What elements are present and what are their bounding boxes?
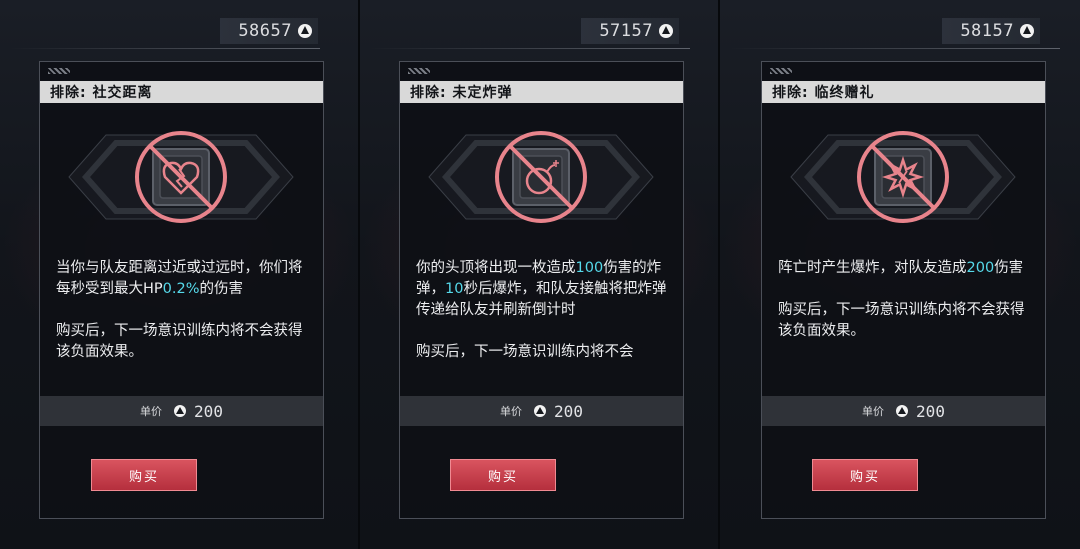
description-text: 的伤害 xyxy=(199,281,244,297)
coin-icon xyxy=(174,405,187,417)
emblem-area xyxy=(40,112,323,252)
currency-amount: 58657 xyxy=(238,21,292,41)
coin-icon xyxy=(534,405,547,417)
highlight-value: 100 xyxy=(575,260,604,276)
store-panel: 58657 排除: 社交距离当你与队友距离过近或过远时，你们将每秒受到最大HP0.… xyxy=(0,0,358,549)
description-paragraph: 当你与队友距离过近或过远时，你们将每秒受到最大HP0.2%的伤害 xyxy=(56,258,311,300)
description-text: 阵亡时产生爆炸，对队友造成 xyxy=(778,260,967,276)
emblem-area xyxy=(400,112,683,252)
description-paragraph: 阵亡时产生爆炸，对队友造成200伤害 xyxy=(778,258,1033,279)
price-bar: 单价 200 xyxy=(762,396,1045,426)
perk-description: 阵亡时产生爆炸，对队友造成200伤害购买后，下一场意识训练内将不会获得该负面效果… xyxy=(778,258,1033,363)
header-divider xyxy=(730,48,1060,49)
price-value: 200 xyxy=(916,401,945,421)
description-text: 购买后，下一场意识训练内将不会 xyxy=(416,344,634,360)
coin-icon xyxy=(1020,24,1034,38)
currency-display: 58157 xyxy=(942,18,1040,44)
perk-description: 当你与队友距离过近或过远时，你们将每秒受到最大HP0.2%的伤害购买后，下一场意… xyxy=(56,258,311,384)
currency-display: 58657 xyxy=(220,18,318,44)
currency-amount: 57157 xyxy=(599,21,653,41)
price-bar: 单价 200 xyxy=(40,396,323,426)
panel-divider xyxy=(718,0,720,549)
price-bar: 单价 200 xyxy=(400,396,683,426)
card-title: 排除: 临终赠礼 xyxy=(762,81,1045,103)
card-title: 排除: 未定炸弹 xyxy=(400,81,683,103)
perk-card: 排除: 社交距离当你与队友距离过近或过远时，你们将每秒受到最大HP0.2%的伤害… xyxy=(39,61,324,519)
card-title: 排除: 社交距离 xyxy=(40,81,323,103)
description-paragraph: 购买后，下一场意识训练内将不会获得该负面效果。 xyxy=(56,321,311,363)
highlight-value: 0.2% xyxy=(162,281,200,297)
perk-card: 排除: 未定炸弹 你的头顶将出现一枚造成100伤害的炸弹，10秒后爆炸，和队友接触… xyxy=(399,61,684,519)
buy-button[interactable]: 购买 xyxy=(91,459,197,491)
price-label: 单价 xyxy=(500,405,523,418)
highlight-value: 10 xyxy=(445,281,464,297)
description-text: 你的头顶将出现一枚造成 xyxy=(416,260,576,276)
perk-card: 排除: 临终赠礼 阵亡时产生爆炸，对队友造成200伤害 购买后，下一场意识训练内将不… xyxy=(761,61,1046,519)
description-paragraph: 购买后，下一场意识训练内将不会获得该负面效果。 xyxy=(778,300,1033,342)
price-label: 单价 xyxy=(862,405,885,418)
buy-button[interactable]: 购买 xyxy=(450,459,556,491)
hatch-decoration xyxy=(770,68,792,74)
header-divider xyxy=(10,48,320,49)
coin-icon xyxy=(298,24,312,38)
hatch-decoration xyxy=(48,68,70,74)
buy-button[interactable]: 购买 xyxy=(812,459,918,491)
price-value: 200 xyxy=(554,401,583,421)
store-panel: 57157 排除: 未定炸弹 你的头顶将出现一枚造成100伤害的炸弹，10秒后爆炸，… xyxy=(360,0,718,549)
description-paragraph: 你的头顶将出现一枚造成100伤害的炸弹，10秒后爆炸，和队友接触将把炸弹传递给队… xyxy=(416,258,671,321)
coin-icon xyxy=(896,405,909,417)
description-text: 伤害 xyxy=(994,260,1024,276)
highlight-value: 200 xyxy=(966,260,995,276)
header-divider xyxy=(370,48,690,49)
price-value: 200 xyxy=(194,401,223,421)
currency-display: 57157 xyxy=(581,18,679,44)
currency-amount: 58157 xyxy=(960,21,1014,41)
coin-icon xyxy=(659,24,673,38)
perk-description: 你的头顶将出现一枚造成100伤害的炸弹，10秒后爆炸，和队友接触将把炸弹传递给队… xyxy=(416,258,671,384)
store-panel: 58157 排除: 临终赠礼 阵亡时产生爆炸，对队友造成200伤害 购买后，下一场意识… xyxy=(720,0,1080,549)
price-label: 单价 xyxy=(140,405,163,418)
emblem-area xyxy=(762,112,1045,252)
description-text: 购买后，下一场意识训练内将不会获得该负面效果。 xyxy=(778,302,1025,339)
description-text: 购买后，下一场意识训练内将不会获得该负面效果。 xyxy=(56,323,303,360)
description-paragraph: 购买后，下一场意识训练内将不会 xyxy=(416,342,671,363)
panel-divider xyxy=(358,0,360,549)
hatch-decoration xyxy=(408,68,430,74)
